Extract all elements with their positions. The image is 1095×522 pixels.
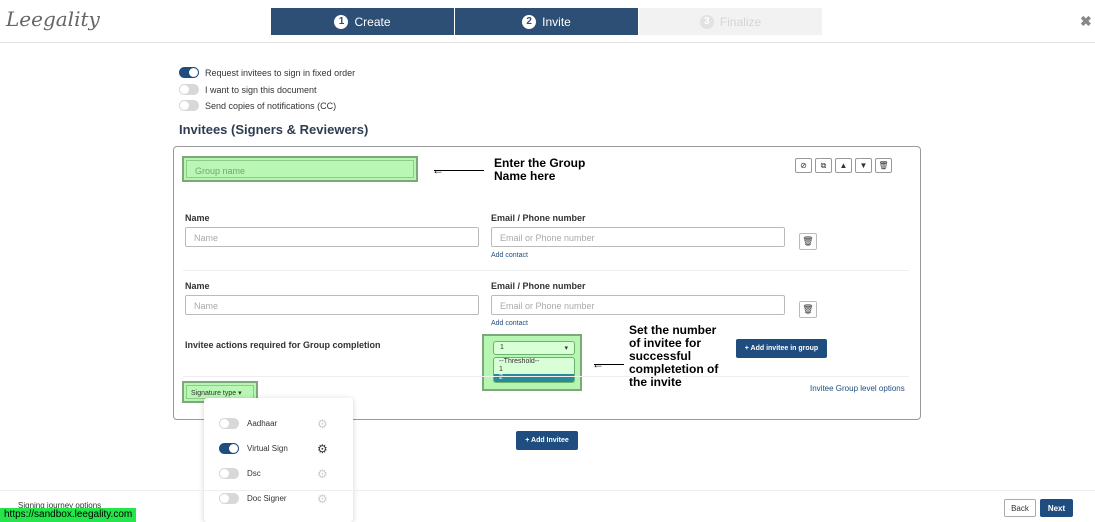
group-name-highlight: Group name (182, 156, 418, 182)
email-label: Email / Phone number (491, 281, 586, 291)
gear-icon[interactable]: ⚙ (317, 467, 328, 481)
divider (183, 270, 909, 271)
email-input[interactable]: Email or Phone number (491, 295, 785, 315)
signature-option-label: Virtual Sign (247, 444, 288, 453)
step-finalize: 3 Finalize (639, 8, 822, 35)
name-input[interactable]: Name (185, 295, 479, 315)
threshold-select[interactable]: 1 ▾ (493, 341, 575, 355)
caret-up-icon[interactable]: ▲ (835, 158, 852, 173)
add-contact-link[interactable]: Add contact (491, 320, 528, 327)
threshold-highlight: 1 ▾ --Threshold-- 1 2 (482, 334, 582, 391)
step-create[interactable]: 1 Create (271, 8, 454, 35)
option-label: I want to sign this document (205, 84, 317, 95)
signature-option-dsc[interactable]: Dsc ⚙ (219, 467, 339, 481)
cc-option[interactable]: Send copies of notifications (CC) (179, 100, 336, 111)
chevron-down-icon: ▾ (564, 345, 568, 352)
annotation-threshold: Set the number of invitee for successful… (629, 324, 718, 389)
name-label: Name (185, 213, 210, 223)
signature-type-popup: Aadhaar ⚙ Virtual Sign ⚙ Dsc ⚙ Doc Signe… (204, 398, 353, 522)
step-label: Finalize (719, 14, 762, 29)
arrow-left-icon: ← (592, 357, 604, 371)
status-url: https://sandbox.leegality.com (0, 508, 137, 522)
toggle-on-icon[interactable] (179, 67, 199, 78)
group-name-input[interactable]: Group name (186, 160, 414, 178)
step-number: 2 (522, 14, 537, 29)
add-contact-link[interactable]: Add contact (491, 252, 528, 259)
group-actions: ⊘ ⧉ ▲ ▼ 🗑 (795, 158, 892, 173)
threshold-option[interactable]: --Threshold-- (494, 358, 574, 366)
step-number: 3 (699, 14, 714, 29)
toggle-off-icon[interactable] (219, 418, 239, 429)
section-title: Invitees (Signers & Reviewers) (179, 122, 369, 137)
signature-type-dropdown[interactable]: Signature type ▾ (186, 385, 254, 399)
divider (183, 376, 909, 377)
signature-option-label: Doc Signer (247, 494, 287, 503)
signature-option-virtual-sign[interactable]: Virtual Sign ⚙ (219, 442, 339, 456)
sign-document-option[interactable]: I want to sign this document (179, 84, 317, 95)
gear-icon[interactable]: ⚙ (317, 442, 328, 456)
arrow-left-icon: ← (432, 163, 444, 177)
signature-option-doc-signer[interactable]: Doc Signer ⚙ (219, 492, 339, 506)
caret-down-icon[interactable]: ▼ (855, 158, 872, 173)
toggle-off-icon[interactable] (219, 468, 239, 479)
signature-option-label: Dsc (247, 469, 261, 478)
option-label: Send copies of notifications (CC) (205, 100, 337, 111)
name-label: Name (185, 281, 210, 291)
step-number: 1 (334, 14, 349, 29)
threshold-label: Invitee actions required for Group compl… (185, 340, 381, 350)
fixed-order-option[interactable]: Request invitees to sign in fixed order (179, 67, 355, 78)
copy-icon[interactable]: ⧉ (815, 158, 832, 173)
annotation-line: the invite (629, 375, 682, 389)
toggle-off-icon[interactable] (179, 100, 199, 111)
threshold-options: --Threshold-- 1 2 (493, 357, 575, 383)
trash-icon[interactable]: 🗑 (875, 158, 892, 173)
trash-icon[interactable]: 🗑 (799, 301, 817, 318)
check-circle-icon[interactable]: ⊘ (795, 158, 812, 173)
signature-option-aadhaar[interactable]: Aadhaar ⚙ (219, 417, 339, 431)
add-invitee-in-group-button[interactable]: + Add invitee in group (736, 339, 827, 358)
step-label: Create (354, 14, 391, 29)
annotation-group-name: Enter the Group Name here (494, 157, 585, 183)
toggle-off-icon[interactable] (179, 84, 199, 95)
group-level-options-link[interactable]: Invitee Group level options (810, 384, 905, 393)
back-button[interactable]: Back (1004, 499, 1036, 517)
toggle-on-icon[interactable] (219, 443, 239, 454)
email-input[interactable]: Email or Phone number (491, 227, 785, 247)
toggle-off-icon[interactable] (219, 493, 239, 504)
next-button[interactable]: Next (1040, 499, 1073, 517)
name-input[interactable]: Name (185, 227, 479, 247)
add-invitee-button[interactable]: + Add Invitee (516, 431, 578, 450)
trash-icon[interactable]: 🗑 (799, 233, 817, 250)
logo: Leegality (6, 7, 100, 31)
annotation-line: Name here (494, 169, 556, 183)
email-label: Email / Phone number (491, 213, 586, 223)
close-icon[interactable]: ✖ (1080, 13, 1092, 30)
step-invite[interactable]: 2 Invite (455, 8, 638, 35)
gear-icon[interactable]: ⚙ (317, 417, 328, 431)
option-label: Request invitees to sign in fixed order (205, 67, 356, 78)
step-label: Invite (542, 14, 571, 29)
threshold-value: 1 (500, 344, 504, 351)
footer-divider (0, 490, 1095, 491)
gear-icon[interactable]: ⚙ (317, 492, 328, 506)
signature-option-label: Aadhaar (247, 419, 278, 428)
threshold-option[interactable]: 1 (494, 366, 574, 374)
